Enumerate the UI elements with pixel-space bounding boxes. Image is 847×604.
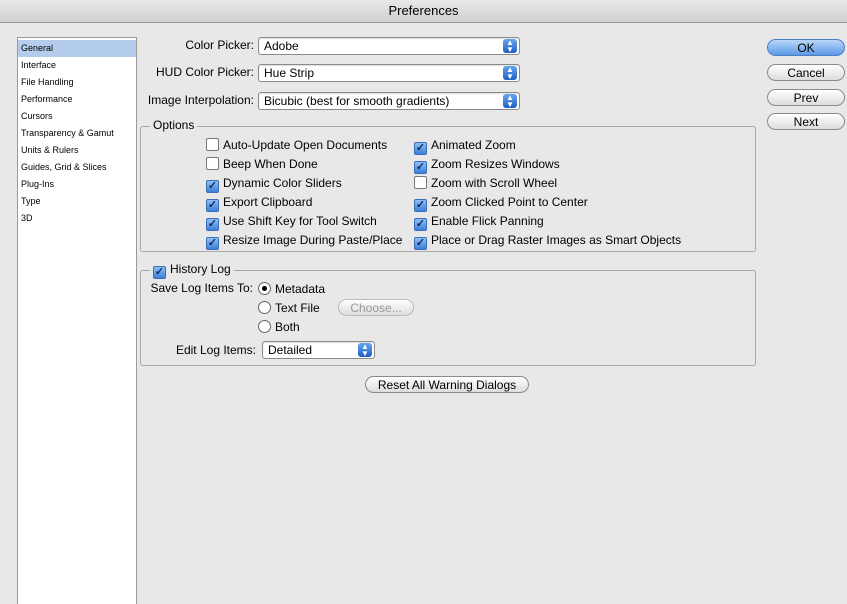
zoom-clicked-point-checkbox[interactable]: ✓ Zoom Clicked Point to Center (414, 194, 588, 212)
dynamic-color-sliders-checkbox[interactable]: ✓ Dynamic Color Sliders (206, 175, 342, 193)
prev-button[interactable]: Prev (767, 89, 845, 106)
checkmark-icon: ✓ (414, 142, 427, 155)
sidebar-item-cursors[interactable]: Cursors (18, 108, 136, 125)
smart-objects-checkbox[interactable]: ✓ Place or Drag Raster Images as Smart Ob… (414, 232, 682, 250)
radio-label: Metadata (275, 282, 326, 296)
checkmark-icon: ✓ (206, 199, 219, 212)
sidebar-item-plug-ins[interactable]: Plug-Ins (18, 176, 136, 193)
image-interpolation-label: Image Interpolation: (147, 93, 254, 107)
image-interpolation-select[interactable]: Bicubic (best for smooth gradients) ▲ ▼ (258, 92, 520, 110)
checkbox-unchecked-icon (206, 157, 219, 170)
history-log-checkbox[interactable]: ✓ History Log (150, 261, 234, 279)
color-picker-select[interactable]: Adobe ▲ ▼ (258, 37, 520, 55)
shift-key-tool-switch-checkbox[interactable]: ✓ Use Shift Key for Tool Switch (206, 213, 377, 231)
choose-button[interactable]: Choose... (338, 299, 414, 316)
ok-button[interactable]: OK (767, 39, 845, 56)
radio-unselected-icon (258, 301, 271, 314)
checkbox-label: Resize Image During Paste/Place (223, 233, 403, 247)
checkbox-label: Auto-Update Open Documents (223, 138, 388, 152)
checkbox-unchecked-icon (206, 138, 219, 151)
color-picker-value: Adobe (264, 39, 299, 53)
checkmark-icon: ✓ (414, 218, 427, 231)
zoom-resizes-windows-checkbox[interactable]: ✓ Zoom Resizes Windows (414, 156, 560, 174)
sidebar-item-3d[interactable]: 3D (18, 210, 136, 227)
checkmark-icon: ✓ (206, 218, 219, 231)
image-interpolation-value: Bicubic (best for smooth gradients) (264, 94, 450, 108)
edit-log-items-select[interactable]: Detailed ▲ ▼ (262, 341, 375, 359)
checkmark-icon: ✓ (206, 180, 219, 193)
window-title: Preferences (0, 0, 847, 23)
checkbox-label: Animated Zoom (431, 138, 516, 152)
zoom-scroll-wheel-checkbox[interactable]: Zoom with Scroll Wheel (414, 175, 557, 191)
checkbox-label: Zoom Resizes Windows (431, 157, 560, 171)
checkbox-unchecked-icon (414, 176, 427, 189)
select-stepper-icon: ▲ ▼ (503, 94, 517, 109)
checkmark-icon: ✓ (414, 161, 427, 174)
radio-label: Text File (275, 301, 320, 315)
hud-color-picker-label: HUD Color Picker: (155, 65, 254, 79)
color-picker-label: Color Picker: (185, 38, 254, 52)
options-legend: Options (150, 118, 198, 132)
sidebar-item-file-handling[interactable]: File Handling (18, 74, 136, 91)
sidebar-item-interface[interactable]: Interface (18, 57, 136, 74)
preferences-sidebar: General Interface File Handling Performa… (17, 37, 137, 604)
checkbox-label: Zoom with Scroll Wheel (431, 176, 558, 190)
sidebar-item-guides-grid-slices[interactable]: Guides, Grid & Slices (18, 159, 136, 176)
checkmark-icon: ✓ (153, 266, 166, 279)
export-clipboard-checkbox[interactable]: ✓ Export Clipboard (206, 194, 313, 212)
checkmark-icon: ✓ (414, 237, 427, 250)
radio-selected-icon (258, 282, 271, 295)
hud-color-picker-select[interactable]: Hue Strip ▲ ▼ (258, 64, 520, 82)
sidebar-item-general[interactable]: General (18, 40, 136, 57)
checkmark-icon: ✓ (414, 199, 427, 212)
radio-both[interactable]: Both (258, 319, 300, 335)
beep-when-done-checkbox[interactable]: Beep When Done (206, 156, 318, 172)
radio-text-file[interactable]: Text File (258, 300, 320, 316)
edit-log-items-value: Detailed (268, 343, 313, 357)
checkbox-label: Export Clipboard (223, 195, 313, 209)
select-stepper-icon: ▲ ▼ (503, 39, 517, 54)
history-log-label: History Log (170, 262, 231, 276)
resize-image-paste-checkbox[interactable]: ✓ Resize Image During Paste/Place (206, 232, 403, 250)
reset-all-warning-dialogs-button[interactable]: Reset All Warning Dialogs (365, 376, 529, 393)
hud-color-picker-value: Hue Strip (264, 66, 315, 80)
checkbox-label: Beep When Done (223, 157, 318, 171)
next-button[interactable]: Next (767, 113, 845, 130)
sidebar-item-performance[interactable]: Performance (18, 91, 136, 108)
enable-flick-panning-checkbox[interactable]: ✓ Enable Flick Panning (414, 213, 544, 231)
checkmark-icon: ✓ (206, 237, 219, 250)
select-stepper-icon: ▲ ▼ (358, 343, 372, 358)
radio-metadata[interactable]: Metadata (258, 281, 325, 297)
sidebar-item-units-rulers[interactable]: Units & Rulers (18, 142, 136, 159)
sidebar-item-type[interactable]: Type (18, 193, 136, 210)
checkbox-label: Zoom Clicked Point to Center (431, 195, 588, 209)
save-log-items-label: Save Log Items To: (150, 281, 253, 295)
edit-log-items-label: Edit Log Items: (175, 343, 256, 357)
sidebar-item-transparency-gamut[interactable]: Transparency & Gamut (18, 125, 136, 142)
radio-unselected-icon (258, 320, 271, 333)
cancel-button[interactable]: Cancel (767, 64, 845, 81)
animated-zoom-checkbox[interactable]: ✓ Animated Zoom (414, 137, 516, 155)
checkbox-label: Place or Drag Raster Images as Smart Obj… (431, 233, 682, 247)
auto-update-checkbox[interactable]: Auto-Update Open Documents (206, 137, 387, 153)
select-stepper-icon: ▲ ▼ (503, 66, 517, 81)
checkbox-label: Enable Flick Panning (431, 214, 544, 228)
radio-label: Both (275, 320, 300, 334)
checkbox-label: Dynamic Color Sliders (223, 176, 342, 190)
checkbox-label: Use Shift Key for Tool Switch (223, 214, 377, 228)
